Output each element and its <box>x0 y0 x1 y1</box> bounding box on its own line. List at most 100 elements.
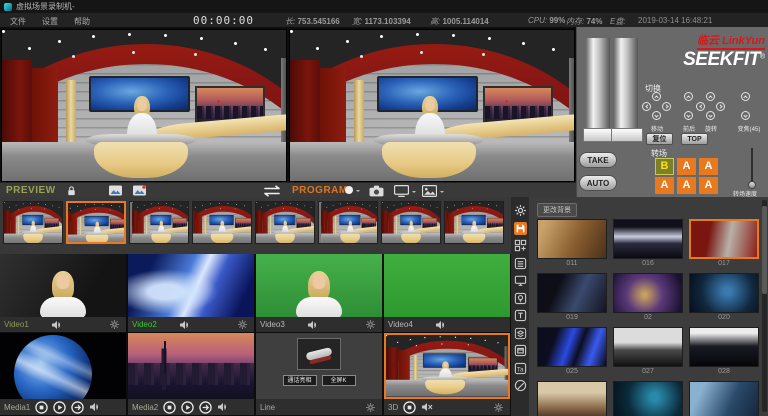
slider-thumb[interactable] <box>748 181 756 189</box>
pad-up-button[interactable] <box>706 92 715 101</box>
lock-icon[interactable] <box>66 185 77 197</box>
swap-preview-program-icon[interactable] <box>258 185 286 197</box>
pad-down-button[interactable] <box>684 111 693 120</box>
scene-item[interactable]: 028 <box>689 327 759 376</box>
video1-thumbnail[interactable] <box>0 254 126 317</box>
menu-help[interactable]: 帮助 <box>74 16 90 27</box>
save-icon[interactable] <box>514 222 527 235</box>
auto-button[interactable]: AUTO <box>579 175 617 191</box>
list-icon[interactable] <box>514 257 527 270</box>
speaker-icon[interactable] <box>307 320 319 330</box>
camera-angle-thumb[interactable] <box>3 201 63 244</box>
play-button[interactable] <box>53 401 66 414</box>
top-button[interactable]: TOP <box>681 133 708 145</box>
3d-scene-thumbnail-program[interactable] <box>384 333 510 399</box>
scene-item[interactable]: 020 <box>689 273 759 322</box>
media2-thumbnail[interactable] <box>128 333 254 399</box>
transition-button-a[interactable]: A <box>677 177 696 194</box>
pad-left-button[interactable] <box>642 102 651 111</box>
speaker-icon[interactable] <box>179 320 191 330</box>
speaker-icon[interactable] <box>217 402 229 412</box>
next-button[interactable] <box>199 401 212 414</box>
transition-button-a[interactable]: A <box>655 177 674 194</box>
pad-up-button[interactable] <box>652 92 661 101</box>
speaker-icon[interactable] <box>435 320 447 330</box>
settings-gear-icon[interactable] <box>514 204 527 217</box>
stop-button[interactable] <box>403 401 416 414</box>
text-style-icon[interactable]: Ta <box>514 362 527 375</box>
transition-a-icon[interactable] <box>108 185 123 196</box>
monitor-icon[interactable] <box>514 274 527 287</box>
line-thumbnail[interactable]: 通话亮相 全屏K <box>256 333 382 399</box>
text-t-icon[interactable] <box>514 309 527 322</box>
speaker-icon[interactable] <box>51 320 63 330</box>
camera-angle-thumb[interactable] <box>444 201 504 244</box>
scrollbar-thumb[interactable] <box>762 206 767 294</box>
scene-item-selected[interactable]: 017 <box>689 219 759 268</box>
scene-item[interactable]: 025 <box>537 327 607 376</box>
image-overlay-button[interactable] <box>422 185 444 197</box>
t-bar-fader[interactable] <box>585 38 641 142</box>
scene-item[interactable]: 019 <box>537 273 607 322</box>
draw-icon[interactable] <box>514 379 527 392</box>
menu-settings[interactable]: 设置 <box>42 16 58 27</box>
speaker-muted-icon[interactable] <box>421 402 433 412</box>
pad-up-button[interactable] <box>741 92 750 101</box>
camera-angle-thumb[interactable] <box>255 201 315 244</box>
line-fullscreen-button[interactable]: 全屏K <box>322 375 356 386</box>
scene-item[interactable]: 011 <box>537 219 607 268</box>
stop-button[interactable] <box>163 401 176 414</box>
line-call-button[interactable]: 通话亮相 <box>283 375 317 386</box>
transition-button-a[interactable]: A <box>699 177 718 194</box>
scene-item[interactable]: 02 <box>613 273 683 322</box>
camera-angle-thumb[interactable] <box>381 201 441 244</box>
pad-left-button[interactable] <box>696 102 705 111</box>
preview-window[interactable] <box>1 29 287 182</box>
gear-icon[interactable] <box>493 402 504 413</box>
pad-down-button[interactable] <box>706 111 715 120</box>
gear-icon[interactable] <box>365 319 376 330</box>
scene-item[interactable] <box>537 381 607 416</box>
layers-icon[interactable] <box>514 327 527 340</box>
program-window[interactable] <box>289 29 575 182</box>
gear-icon[interactable] <box>365 402 376 413</box>
take-button[interactable]: TAKE <box>579 152 617 168</box>
record-button[interactable] <box>345 185 360 194</box>
transition-button-b[interactable]: B <box>655 158 674 175</box>
transition-button-a[interactable]: A <box>699 158 718 175</box>
stop-button[interactable] <box>35 401 48 414</box>
menu-file[interactable]: 文件 <box>10 16 26 27</box>
transition-b-icon[interactable] <box>132 185 147 196</box>
window-icon[interactable] <box>514 344 527 357</box>
snapshot-button[interactable] <box>369 185 384 197</box>
video4-thumbnail[interactable] <box>384 254 510 317</box>
pad-down-button[interactable] <box>741 111 750 120</box>
pad-right-button[interactable] <box>662 102 671 111</box>
camera-angle-thumb-selected[interactable] <box>66 201 126 244</box>
scrollbar[interactable] <box>762 200 767 412</box>
pad-up-button[interactable] <box>684 92 693 101</box>
add-layout-icon[interactable] <box>514 239 527 252</box>
t-bar-right-handle[interactable] <box>614 38 638 130</box>
light-icon[interactable] <box>514 292 527 305</box>
transition-button-a[interactable]: A <box>677 158 696 175</box>
video2-thumbnail[interactable] <box>128 254 254 317</box>
speaker-icon[interactable] <box>89 402 101 412</box>
scene-item[interactable] <box>689 381 759 416</box>
gear-icon[interactable] <box>109 319 120 330</box>
transition-speed-slider[interactable] <box>747 148 757 190</box>
t-bar-left-handle[interactable] <box>586 38 610 130</box>
camera-angle-thumb[interactable] <box>192 201 252 244</box>
play-button[interactable] <box>181 401 194 414</box>
scene-item[interactable]: 016 <box>613 219 683 268</box>
reset-button[interactable]: 复位 <box>646 133 673 145</box>
gear-icon[interactable] <box>237 319 248 330</box>
media1-thumbnail[interactable] <box>0 333 126 399</box>
change-scene-button[interactable]: 更改背景 <box>537 203 577 217</box>
video3-thumbnail[interactable] <box>256 254 382 317</box>
camera-angle-thumb[interactable] <box>129 201 189 244</box>
output-button[interactable] <box>394 185 416 197</box>
scene-item[interactable]: 027 <box>613 327 683 376</box>
camera-angle-thumb[interactable] <box>318 201 378 244</box>
next-button[interactable] <box>71 401 84 414</box>
